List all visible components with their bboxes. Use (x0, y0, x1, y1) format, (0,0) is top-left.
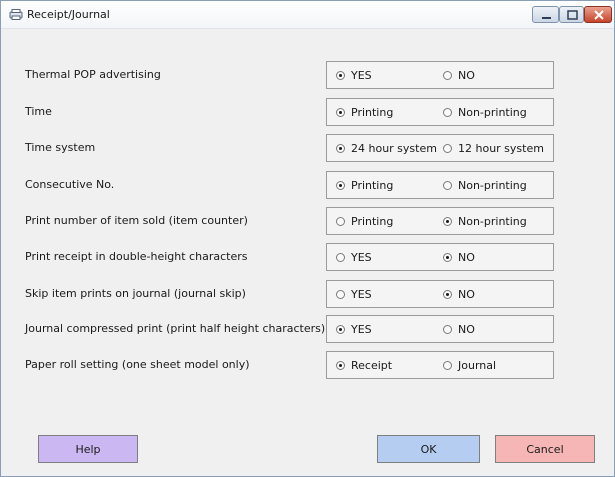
radio-unselected-icon (336, 253, 345, 262)
close-button[interactable] (584, 6, 612, 23)
option-group-item-counter: Printing Non-printing (326, 207, 554, 235)
receipt-journal-window: Receipt/Journal Thermal POP advertising … (0, 0, 615, 477)
option-label-time-system: Time system (25, 141, 96, 154)
option-group-consecutive-no: Printing Non-printing (326, 171, 554, 199)
radio-compressed-yes[interactable]: YES (336, 323, 372, 336)
radio-time-printing[interactable]: Printing (336, 106, 393, 119)
option-group-compressed-print: YES NO (326, 315, 554, 343)
radio-item-counter-printing[interactable]: Printing (336, 215, 393, 228)
radio-item-counter-non-printing[interactable]: Non-printing (443, 215, 527, 228)
radio-pop-no[interactable]: NO (443, 69, 475, 82)
option-label-compressed-print: Journal compressed print (print half hei… (25, 322, 326, 335)
option-label-paper-roll: Paper roll setting (one sheet model only… (25, 358, 250, 371)
radio-double-height-yes[interactable]: YES (336, 251, 372, 264)
radio-selected-icon (443, 217, 452, 226)
radio-consecutive-printing[interactable]: Printing (336, 179, 393, 192)
option-label-journal-skip: Skip item prints on journal (journal ski… (25, 287, 246, 300)
radio-unselected-icon (336, 217, 345, 226)
option-label-consecutive-no: Consecutive No. (25, 178, 115, 191)
radio-compressed-no[interactable]: NO (443, 323, 475, 336)
radio-time-non-printing[interactable]: Non-printing (443, 106, 527, 119)
option-group-paper-roll: Receipt Journal (326, 351, 554, 379)
ok-button[interactable]: OK (377, 435, 480, 463)
radio-selected-icon (443, 253, 452, 262)
radio-journal-skip-yes[interactable]: YES (336, 288, 372, 301)
radio-consecutive-non-printing[interactable]: Non-printing (443, 179, 527, 192)
option-label-double-height: Print receipt in double-height character… (25, 250, 248, 263)
maximize-button[interactable] (559, 6, 584, 23)
radio-unselected-icon (443, 71, 452, 80)
radio-unselected-icon (443, 181, 452, 190)
window-title: Receipt/Journal (27, 8, 110, 21)
option-group-journal-skip: YES NO (326, 280, 554, 308)
radio-selected-icon (336, 325, 345, 334)
option-label-time: Time (25, 105, 52, 118)
radio-journal-skip-no[interactable]: NO (443, 288, 475, 301)
radio-paper-roll-receipt[interactable]: Receipt (336, 359, 392, 372)
option-label-pop-advertising: Thermal POP advertising (25, 68, 161, 81)
radio-pop-yes[interactable]: YES (336, 69, 372, 82)
radio-selected-icon (336, 181, 345, 190)
radio-unselected-icon (443, 144, 452, 153)
title-bar[interactable]: Receipt/Journal (1, 1, 614, 29)
radio-selected-icon (336, 71, 345, 80)
radio-double-height-no[interactable]: NO (443, 251, 475, 264)
option-group-pop-advertising: YES NO (326, 61, 554, 89)
radio-selected-icon (336, 144, 345, 153)
radio-paper-roll-journal[interactable]: Journal (443, 359, 496, 372)
cancel-button[interactable]: Cancel (495, 435, 595, 463)
option-group-time-system: 24 hour system 12 hour system (326, 134, 554, 162)
radio-unselected-icon (443, 325, 452, 334)
radio-unselected-icon (443, 361, 452, 370)
minimize-button[interactable] (532, 6, 559, 23)
help-button[interactable]: Help (38, 435, 138, 463)
option-group-double-height: YES NO (326, 243, 554, 271)
radio-24-hour[interactable]: 24 hour system (336, 142, 437, 155)
radio-selected-icon (336, 108, 345, 117)
radio-selected-icon (443, 290, 452, 299)
option-label-item-counter: Print number of item sold (item counter) (25, 214, 248, 227)
radio-unselected-icon (336, 290, 345, 299)
option-group-time: Printing Non-printing (326, 98, 554, 126)
radio-12-hour[interactable]: 12 hour system (443, 142, 544, 155)
receipt-printer-icon (9, 9, 23, 20)
radio-unselected-icon (443, 108, 452, 117)
radio-selected-icon (336, 361, 345, 370)
